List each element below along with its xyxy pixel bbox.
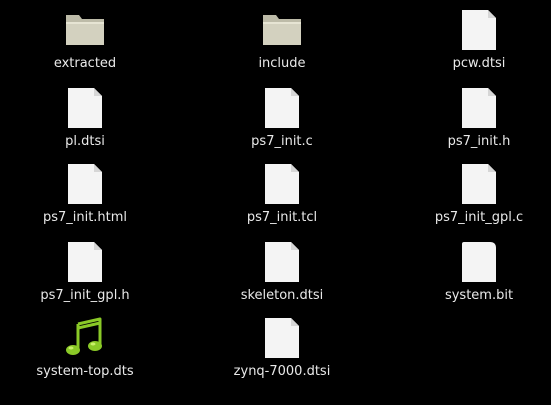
file-name: system-top.dts [36, 364, 134, 379]
document-icon [63, 240, 107, 284]
file-name: ps7_init_gpl.c [434, 210, 524, 225]
file-item-system-top-dts[interactable]: system-top.dts [15, 316, 155, 392]
file-name: include [258, 56, 306, 71]
document-icon [63, 86, 107, 130]
document-icon [260, 86, 304, 130]
file-item-ps7-init-gpl-h[interactable]: ps7_init_gpl.h [15, 240, 155, 316]
file-name: pcw.dtsi [452, 56, 506, 71]
document-icon [260, 162, 304, 206]
file-name: ps7_init.tcl [246, 210, 318, 225]
file-name: ps7_init.h [447, 134, 511, 149]
file-name: ps7_init.c [251, 134, 313, 149]
file-name: pl.dtsi [65, 134, 105, 149]
file-item-ps7-init-html[interactable]: ps7_init.html [15, 162, 155, 238]
file-item-ps7-init-h[interactable]: ps7_init.h [409, 86, 549, 162]
folder-icon [260, 8, 304, 52]
folder-icon [63, 8, 107, 52]
file-item-pcw-dtsi[interactable]: pcw.dtsi [409, 8, 549, 84]
file-item-ps7-init-c[interactable]: ps7_init.c [212, 86, 352, 162]
file-grid: extracted include pcw.dtsi pl.dtsi ps7_i… [0, 0, 551, 405]
file-name: zynq-7000.dtsi [233, 364, 331, 379]
file-item-pl-dtsi[interactable]: pl.dtsi [15, 86, 155, 162]
file-name: ps7_init.html [42, 210, 128, 225]
document-icon [457, 240, 501, 284]
file-name: extracted [53, 56, 117, 71]
file-item-ps7-init-gpl-c[interactable]: ps7_init_gpl.c [409, 162, 549, 238]
audio-file-icon [63, 316, 107, 360]
document-icon [63, 162, 107, 206]
file-item-skeleton-dtsi[interactable]: skeleton.dtsi [212, 240, 352, 316]
file-name: skeleton.dtsi [240, 288, 324, 303]
document-icon [260, 316, 304, 360]
file-item-ps7-init-tcl[interactable]: ps7_init.tcl [212, 162, 352, 238]
file-item-system-bit[interactable]: system.bit [409, 240, 549, 316]
document-icon [457, 86, 501, 130]
file-name: system.bit [444, 288, 514, 303]
document-icon [457, 8, 501, 52]
document-icon [457, 162, 501, 206]
file-item-include[interactable]: include [212, 8, 352, 84]
file-name: ps7_init_gpl.h [40, 288, 130, 303]
file-item-zynq-7000-dtsi[interactable]: zynq-7000.dtsi [212, 316, 352, 392]
file-item-extracted[interactable]: extracted [15, 8, 155, 84]
document-icon [260, 240, 304, 284]
